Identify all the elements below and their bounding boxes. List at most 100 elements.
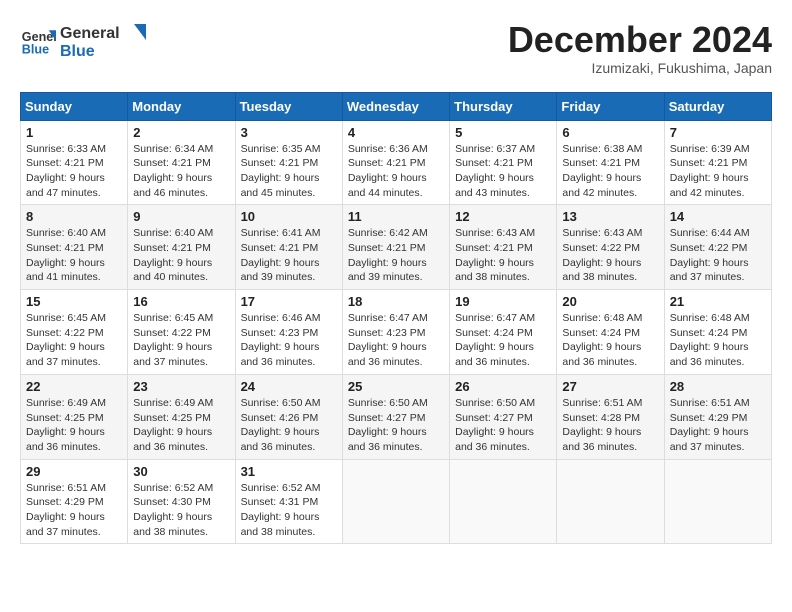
- table-row: 5 Sunrise: 6:37 AMSunset: 4:21 PMDayligh…: [450, 120, 557, 205]
- day-info: Sunrise: 6:45 AMSunset: 4:22 PMDaylight:…: [133, 312, 213, 368]
- day-number: 2: [133, 125, 229, 140]
- day-number: 11: [348, 209, 444, 224]
- day-info: Sunrise: 6:49 AMSunset: 4:25 PMDaylight:…: [26, 397, 106, 453]
- month-title: December 2024: [508, 20, 772, 60]
- page-header: General Blue General Blue December 2024 …: [20, 20, 772, 76]
- day-number: 30: [133, 464, 229, 479]
- table-row: 25 Sunrise: 6:50 AMSunset: 4:27 PMDaylig…: [342, 374, 449, 459]
- day-info: Sunrise: 6:33 AMSunset: 4:21 PMDaylight:…: [26, 143, 106, 199]
- table-row: 8 Sunrise: 6:40 AMSunset: 4:21 PMDayligh…: [21, 205, 128, 290]
- day-info: Sunrise: 6:42 AMSunset: 4:21 PMDaylight:…: [348, 227, 428, 283]
- table-row: 1 Sunrise: 6:33 AMSunset: 4:21 PMDayligh…: [21, 120, 128, 205]
- table-row: 29 Sunrise: 6:51 AMSunset: 4:29 PMDaylig…: [21, 459, 128, 544]
- day-number: 13: [562, 209, 658, 224]
- calendar-table: Sunday Monday Tuesday Wednesday Thursday…: [20, 92, 772, 545]
- table-row: 15 Sunrise: 6:45 AMSunset: 4:22 PMDaylig…: [21, 290, 128, 375]
- svg-text:General: General: [60, 25, 120, 42]
- table-row: 27 Sunrise: 6:51 AMSunset: 4:28 PMDaylig…: [557, 374, 664, 459]
- day-info: Sunrise: 6:34 AMSunset: 4:21 PMDaylight:…: [133, 143, 213, 199]
- day-info: Sunrise: 6:43 AMSunset: 4:22 PMDaylight:…: [562, 227, 642, 283]
- table-row: 26 Sunrise: 6:50 AMSunset: 4:27 PMDaylig…: [450, 374, 557, 459]
- title-block: December 2024 Izumizaki, Fukushima, Japa…: [508, 20, 772, 76]
- col-thursday: Thursday: [450, 92, 557, 120]
- day-number: 27: [562, 379, 658, 394]
- day-info: Sunrise: 6:40 AMSunset: 4:21 PMDaylight:…: [133, 227, 213, 283]
- day-info: Sunrise: 6:50 AMSunset: 4:27 PMDaylight:…: [455, 397, 535, 453]
- col-friday: Friday: [557, 92, 664, 120]
- col-wednesday: Wednesday: [342, 92, 449, 120]
- table-row: 31 Sunrise: 6:52 AMSunset: 4:31 PMDaylig…: [235, 459, 342, 544]
- day-number: 31: [241, 464, 337, 479]
- table-row: 22 Sunrise: 6:49 AMSunset: 4:25 PMDaylig…: [21, 374, 128, 459]
- day-info: Sunrise: 6:38 AMSunset: 4:21 PMDaylight:…: [562, 143, 642, 199]
- day-number: 23: [133, 379, 229, 394]
- col-monday: Monday: [128, 92, 235, 120]
- day-number: 20: [562, 294, 658, 309]
- day-number: 3: [241, 125, 337, 140]
- table-row: [450, 459, 557, 544]
- day-number: 9: [133, 209, 229, 224]
- day-info: Sunrise: 6:51 AMSunset: 4:29 PMDaylight:…: [670, 397, 750, 453]
- day-info: Sunrise: 6:40 AMSunset: 4:21 PMDaylight:…: [26, 227, 106, 283]
- day-number: 16: [133, 294, 229, 309]
- day-number: 14: [670, 209, 766, 224]
- day-number: 25: [348, 379, 444, 394]
- day-number: 10: [241, 209, 337, 224]
- day-number: 12: [455, 209, 551, 224]
- table-row: 2 Sunrise: 6:34 AMSunset: 4:21 PMDayligh…: [128, 120, 235, 205]
- day-info: Sunrise: 6:36 AMSunset: 4:21 PMDaylight:…: [348, 143, 428, 199]
- logo-icon: General Blue: [20, 23, 56, 59]
- day-number: 4: [348, 125, 444, 140]
- col-sunday: Sunday: [21, 92, 128, 120]
- table-row: 10 Sunrise: 6:41 AMSunset: 4:21 PMDaylig…: [235, 205, 342, 290]
- day-number: 17: [241, 294, 337, 309]
- table-row: 28 Sunrise: 6:51 AMSunset: 4:29 PMDaylig…: [664, 374, 771, 459]
- table-row: 17 Sunrise: 6:46 AMSunset: 4:23 PMDaylig…: [235, 290, 342, 375]
- day-info: Sunrise: 6:39 AMSunset: 4:21 PMDaylight:…: [670, 143, 750, 199]
- day-number: 28: [670, 379, 766, 394]
- day-info: Sunrise: 6:35 AMSunset: 4:21 PMDaylight:…: [241, 143, 321, 199]
- table-row: 24 Sunrise: 6:50 AMSunset: 4:26 PMDaylig…: [235, 374, 342, 459]
- day-number: 21: [670, 294, 766, 309]
- calendar-body: 1 Sunrise: 6:33 AMSunset: 4:21 PMDayligh…: [21, 120, 772, 544]
- day-number: 22: [26, 379, 122, 394]
- calendar-week-row: 8 Sunrise: 6:40 AMSunset: 4:21 PMDayligh…: [21, 205, 772, 290]
- table-row: 20 Sunrise: 6:48 AMSunset: 4:24 PMDaylig…: [557, 290, 664, 375]
- day-info: Sunrise: 6:52 AMSunset: 4:31 PMDaylight:…: [241, 482, 321, 538]
- day-info: Sunrise: 6:49 AMSunset: 4:25 PMDaylight:…: [133, 397, 213, 453]
- calendar-week-row: 29 Sunrise: 6:51 AMSunset: 4:29 PMDaylig…: [21, 459, 772, 544]
- day-info: Sunrise: 6:48 AMSunset: 4:24 PMDaylight:…: [562, 312, 642, 368]
- table-row: 14 Sunrise: 6:44 AMSunset: 4:22 PMDaylig…: [664, 205, 771, 290]
- day-number: 24: [241, 379, 337, 394]
- calendar-week-row: 15 Sunrise: 6:45 AMSunset: 4:22 PMDaylig…: [21, 290, 772, 375]
- day-info: Sunrise: 6:44 AMSunset: 4:22 PMDaylight:…: [670, 227, 750, 283]
- day-number: 8: [26, 209, 122, 224]
- logo: General Blue General Blue: [20, 20, 150, 62]
- day-number: 6: [562, 125, 658, 140]
- table-row: 21 Sunrise: 6:48 AMSunset: 4:24 PMDaylig…: [664, 290, 771, 375]
- day-info: Sunrise: 6:45 AMSunset: 4:22 PMDaylight:…: [26, 312, 106, 368]
- day-info: Sunrise: 6:43 AMSunset: 4:21 PMDaylight:…: [455, 227, 535, 283]
- day-number: 5: [455, 125, 551, 140]
- day-number: 26: [455, 379, 551, 394]
- day-info: Sunrise: 6:51 AMSunset: 4:28 PMDaylight:…: [562, 397, 642, 453]
- table-row: 7 Sunrise: 6:39 AMSunset: 4:21 PMDayligh…: [664, 120, 771, 205]
- table-row: 30 Sunrise: 6:52 AMSunset: 4:30 PMDaylig…: [128, 459, 235, 544]
- table-row: 19 Sunrise: 6:47 AMSunset: 4:24 PMDaylig…: [450, 290, 557, 375]
- day-number: 15: [26, 294, 122, 309]
- table-row: 18 Sunrise: 6:47 AMSunset: 4:23 PMDaylig…: [342, 290, 449, 375]
- day-info: Sunrise: 6:52 AMSunset: 4:30 PMDaylight:…: [133, 482, 213, 538]
- table-row: 16 Sunrise: 6:45 AMSunset: 4:22 PMDaylig…: [128, 290, 235, 375]
- day-info: Sunrise: 6:46 AMSunset: 4:23 PMDaylight:…: [241, 312, 321, 368]
- table-row: 9 Sunrise: 6:40 AMSunset: 4:21 PMDayligh…: [128, 205, 235, 290]
- logo-text: General Blue: [60, 20, 150, 62]
- day-number: 18: [348, 294, 444, 309]
- table-row: [557, 459, 664, 544]
- calendar-week-row: 1 Sunrise: 6:33 AMSunset: 4:21 PMDayligh…: [21, 120, 772, 205]
- day-info: Sunrise: 6:37 AMSunset: 4:21 PMDaylight:…: [455, 143, 535, 199]
- svg-text:Blue: Blue: [60, 43, 95, 60]
- col-saturday: Saturday: [664, 92, 771, 120]
- day-number: 19: [455, 294, 551, 309]
- table-row: 12 Sunrise: 6:43 AMSunset: 4:21 PMDaylig…: [450, 205, 557, 290]
- table-row: 23 Sunrise: 6:49 AMSunset: 4:25 PMDaylig…: [128, 374, 235, 459]
